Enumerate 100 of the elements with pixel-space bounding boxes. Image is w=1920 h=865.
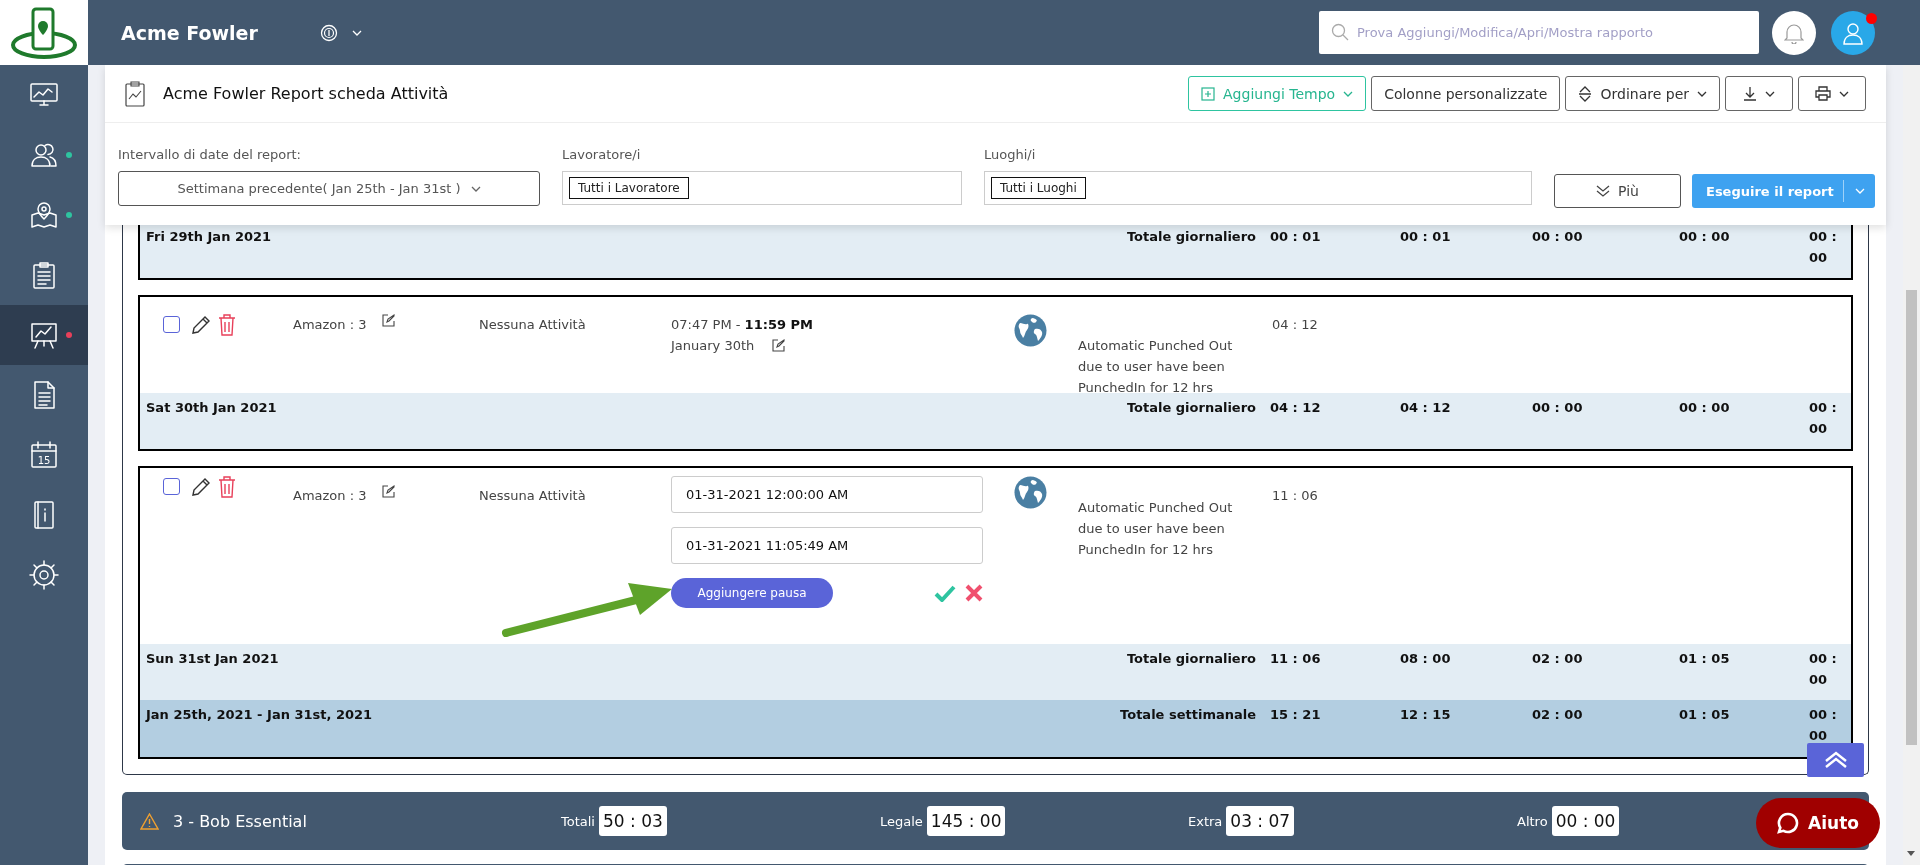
total-label: Totale giornaliero	[1126, 650, 1257, 668]
search-icon	[1331, 23, 1349, 41]
user-icon	[1842, 20, 1864, 45]
time-range-text: 07:47 PM - 11:59 PM	[671, 316, 814, 334]
stat-value: 03 : 07	[1226, 806, 1295, 836]
print-button[interactable]	[1798, 76, 1866, 111]
total-label: Totale giornaliero	[1126, 228, 1257, 246]
trash-icon[interactable]	[218, 314, 236, 336]
date-range-dropdown[interactable]: Settimana precedente( Jan 25th - Jan 31st )	[118, 171, 540, 206]
custom-columns-button[interactable]: Colonne personalizzate	[1371, 76, 1561, 111]
edit-icon[interactable]	[382, 485, 396, 498]
sidebar-item[interactable]: 15	[0, 425, 88, 485]
edit-icon[interactable]	[382, 314, 396, 327]
user-avatar-button[interactable]	[1831, 10, 1875, 55]
company-name: Acme Fowler	[121, 21, 258, 44]
scroll-top-button[interactable]	[1807, 743, 1864, 777]
total-value: 00 : 00	[1532, 228, 1584, 246]
total-value: 04 : 12	[1400, 399, 1452, 417]
date-label: Sat 30th Jan 2021	[146, 399, 278, 417]
employee-name: 3 - Bob Essential	[173, 811, 307, 831]
globe-icon	[1014, 314, 1047, 347]
globe-icon	[1014, 476, 1047, 509]
select-checkbox[interactable]	[163, 478, 180, 495]
total-value: 02 : 00	[1532, 706, 1584, 724]
chevron-down-icon	[1854, 188, 1865, 194]
total-value: 00 : 00	[1809, 228, 1838, 267]
total-value: 01 : 05	[1679, 650, 1731, 668]
entry-date: January 30th	[671, 337, 755, 355]
chevron-down-icon	[1343, 90, 1354, 97]
chevron-down-icon	[470, 185, 481, 192]
plus-square-icon	[1201, 86, 1216, 101]
note-text: Automatic Punched Out due to user have been PunchedIn for 12 hrs	[1078, 337, 1234, 397]
edit-icon[interactable]	[772, 339, 786, 352]
settings-icon	[28, 559, 60, 591]
search-field[interactable]: Prova Aggiungi/Modifica/Apri/Mostra rapporto	[1319, 11, 1759, 54]
more-filters-button[interactable]: Più	[1554, 174, 1681, 208]
double-chevron-down-icon	[1596, 185, 1611, 197]
total-value: 08 : 00	[1400, 650, 1452, 668]
map-pin-icon	[28, 199, 60, 231]
field-label: Lavoratore/i	[562, 147, 642, 162]
chevron-down-icon	[351, 29, 362, 36]
sort-button[interactable]: Ordinare per	[1565, 76, 1720, 111]
chevron-down-icon	[1765, 90, 1775, 97]
total-value: 00 : 00	[1809, 706, 1838, 745]
chat-bubble-icon	[1777, 812, 1800, 834]
duration-text: 11 : 06	[1272, 487, 1319, 505]
activity-text: Nessuna Attività	[479, 316, 587, 334]
trash-icon[interactable]	[218, 476, 236, 498]
stat-label: Extra	[1188, 813, 1223, 829]
printer-icon	[1815, 86, 1831, 101]
total-value: 00 : 01	[1270, 228, 1322, 246]
cancel-x-icon[interactable]	[965, 584, 983, 602]
total-value: 04 : 12	[1270, 399, 1322, 417]
field-label: Luoghi/i	[984, 147, 1037, 162]
activity-text: Nessuna Attività	[479, 487, 587, 505]
start-time-input[interactable]: 01-31-2021 12:00:00 AM	[671, 476, 983, 513]
total-value: 12 : 15	[1400, 706, 1452, 724]
bell-icon	[1784, 21, 1804, 44]
total-label: Totale giornaliero	[1126, 399, 1257, 417]
pencil-icon[interactable]	[190, 476, 212, 498]
help-button[interactable]: Aiuto	[1756, 798, 1880, 848]
location-text: Amazon : 3	[293, 316, 367, 334]
double-chevron-up-icon	[1823, 751, 1848, 769]
total-value: 00 : 00	[1809, 399, 1838, 438]
chevron-down-icon	[1839, 90, 1849, 97]
confirm-check-icon[interactable]	[934, 584, 956, 602]
total-value: 00 : 01	[1400, 228, 1452, 246]
stat-label: Totali	[561, 813, 595, 829]
scrollbar[interactable]	[1903, 65, 1920, 865]
tag-chip: Tutti i Lavoratore	[569, 177, 689, 199]
sidebar-item[interactable]	[0, 305, 88, 365]
total-value: 00 : 00	[1679, 399, 1731, 417]
stat-value: 145 : 00	[926, 806, 1006, 836]
tag-chip: Tutti i Luoghi	[991, 177, 1086, 199]
notifications-button[interactable]	[1772, 10, 1816, 55]
date-label: Sun 31st Jan 2021	[146, 650, 280, 668]
duration-text: 04 : 12	[1272, 316, 1319, 334]
date-label: Fri 29th Jan 2021	[146, 228, 273, 246]
stat-label: Altro	[1517, 813, 1548, 829]
total-label: Totale settimanale	[1120, 706, 1257, 724]
date-label: Jan 25th, 2021 - Jan 31st, 2021	[146, 706, 374, 724]
stat-value: 50 : 03	[599, 806, 667, 836]
field-label: Intervallo di date del report:	[118, 147, 302, 162]
note-text: Automatic Punched Out due to user have been PunchedIn for 12 hrs	[1078, 499, 1234, 559]
end-time-input[interactable]: 01-31-2021 11:05:49 AM	[671, 527, 983, 564]
multi-select-field[interactable]: Tutti i Luoghi	[984, 171, 1532, 205]
sort-icon	[1578, 85, 1593, 102]
location-text: Amazon : 3	[293, 487, 367, 505]
stat-value: 00 : 00	[1551, 806, 1620, 836]
total-value: 02 : 00	[1532, 650, 1584, 668]
multi-select-field[interactable]: Tutti i Lavoratore	[562, 171, 962, 205]
add-break-button[interactable]: Aggiungere pausa	[671, 578, 833, 608]
select-checkbox[interactable]	[163, 316, 180, 333]
download-icon	[1743, 86, 1757, 101]
download-button[interactable]	[1725, 76, 1793, 111]
total-value: 00 : 00	[1679, 228, 1731, 246]
chevron-down-icon	[1697, 90, 1707, 97]
clipboard-chart-icon	[125, 80, 145, 107]
stat-label: Legale	[880, 813, 923, 829]
pencil-icon[interactable]	[190, 314, 212, 336]
